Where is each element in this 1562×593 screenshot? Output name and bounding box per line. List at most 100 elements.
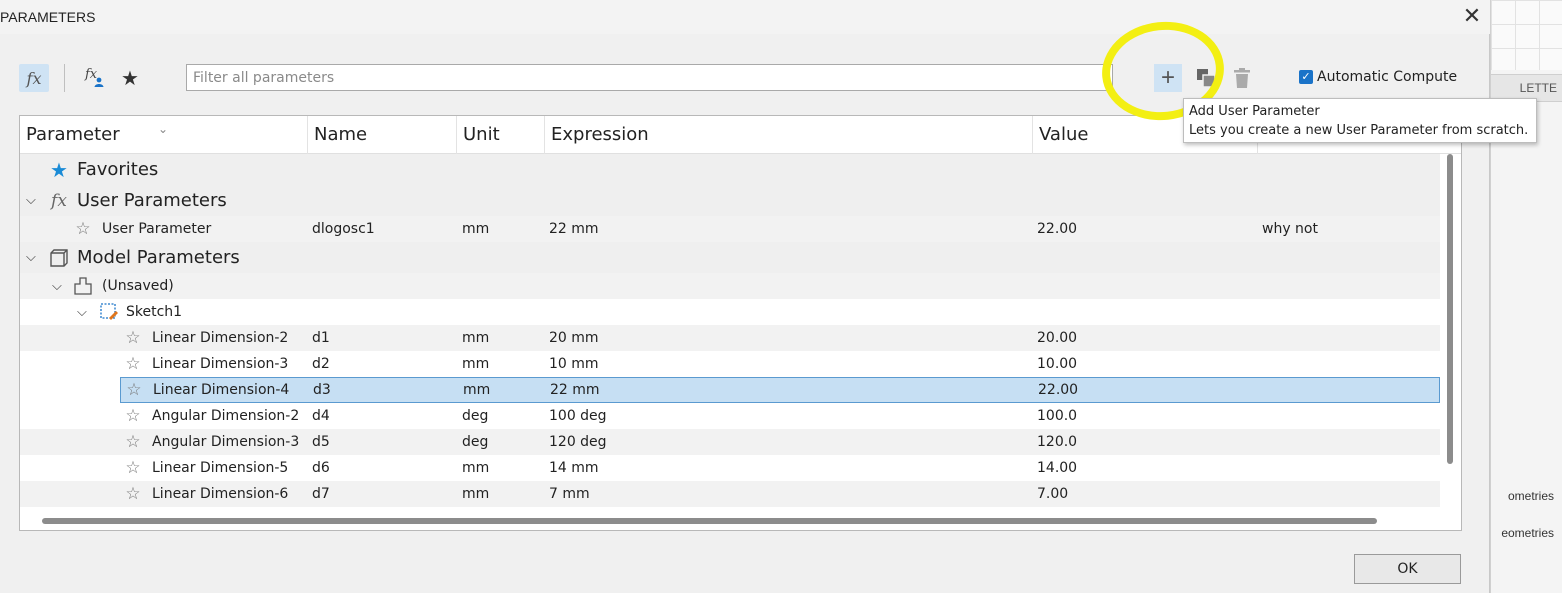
sort-chevron-icon: ⌄ xyxy=(158,122,169,136)
star-icon: ★ xyxy=(121,67,139,90)
parameter-cell: Linear Dimension-5 xyxy=(152,460,289,476)
star-outline-icon[interactable]: ☆ xyxy=(122,481,144,507)
toolbar-divider xyxy=(64,64,65,92)
user-parameters-filter-button[interactable]: fx xyxy=(80,64,108,92)
name-cell[interactable]: d3 xyxy=(313,378,331,402)
expression-cell[interactable]: 10 mm xyxy=(549,351,599,377)
fx-icon: fx xyxy=(51,190,67,211)
name-cell[interactable]: d4 xyxy=(312,403,330,429)
star-outline-icon[interactable]: ☆ xyxy=(122,455,144,481)
parameter-cell: User Parameter xyxy=(102,221,212,237)
cube-icon xyxy=(48,242,70,273)
tooltip-description: Lets you create a new User Parameter fro… xyxy=(1189,123,1529,138)
unit-cell[interactable]: mm xyxy=(462,216,489,242)
unit-cell[interactable]: mm xyxy=(462,351,489,377)
star-outline-icon[interactable]: ☆ xyxy=(122,325,144,351)
column-header-name[interactable]: Name xyxy=(308,116,457,154)
unit-cell[interactable]: deg xyxy=(462,403,488,429)
parameter-cell: Angular Dimension-3 xyxy=(152,434,300,450)
checkmark-icon: ✓ xyxy=(1299,70,1313,84)
name-cell[interactable]: d2 xyxy=(312,351,330,377)
name-cell[interactable]: d6 xyxy=(312,455,330,481)
table-row[interactable]: ☆ User Parameter dlogosc1 mm 22 mm 22.00… xyxy=(20,216,1440,242)
tree-row-unsaved[interactable]: ⌵ (Unsaved) xyxy=(20,273,1440,299)
comment-cell[interactable]: why not xyxy=(1262,216,1318,242)
automatic-compute-checkbox[interactable]: ✓ Automatic Compute xyxy=(1299,69,1457,85)
filter-input[interactable] xyxy=(186,64,1113,91)
name-cell[interactable]: d5 xyxy=(312,429,330,455)
expression-cell[interactable]: 7 mm xyxy=(549,481,590,507)
delete-parameter-button[interactable] xyxy=(1228,64,1256,92)
tree-label: Sketch1 xyxy=(126,304,183,320)
horizontal-scrollbar[interactable] xyxy=(42,518,1377,524)
column-header-parameter[interactable]: Parameter ⌄ xyxy=(20,116,308,154)
star-outline-icon[interactable]: ☆ xyxy=(122,403,144,429)
table-row[interactable]: ☆ Angular Dimension-2 d4 deg 100 deg 100.0 xyxy=(20,403,1440,429)
background-app: LETTE ometries eometries xyxy=(1490,0,1562,593)
table-row[interactable]: ☆ Linear Dimension-2 d1 mm 20 mm 20.00 xyxy=(20,325,1440,351)
favorites-filter-button[interactable]: ★ xyxy=(116,64,144,92)
copy-parameter-button[interactable] xyxy=(1192,64,1220,92)
expression-cell[interactable]: 120 deg xyxy=(549,429,607,455)
unit-cell[interactable]: deg xyxy=(462,429,488,455)
expression-cell[interactable]: 14 mm xyxy=(549,455,599,481)
group-row-user-parameters[interactable]: ⌵ fx User Parameters xyxy=(20,185,1440,216)
unit-cell[interactable]: mm xyxy=(462,325,489,351)
chevron-down-icon[interactable]: ⌵ xyxy=(26,185,36,216)
name-cell[interactable]: dlogosc1 xyxy=(312,216,375,242)
add-user-parameter-button[interactable]: + xyxy=(1154,64,1182,92)
tooltip: Add User Parameter Lets you create a new… xyxy=(1183,98,1537,143)
table-row[interactable]: ☆ Linear Dimension-3 d2 mm 10 mm 10.00 xyxy=(20,351,1440,377)
chevron-down-icon[interactable]: ⌵ xyxy=(26,242,36,273)
value-cell: 14.00 xyxy=(1037,460,1078,476)
value-cell: 22.00 xyxy=(1037,221,1078,237)
table-row[interactable]: ☆ Linear Dimension-6 d7 mm 7 mm 7.00 xyxy=(20,481,1440,507)
unit-cell[interactable]: mm xyxy=(463,378,490,402)
tooltip-title: Add User Parameter xyxy=(1189,104,1320,119)
parameter-cell: Linear Dimension-4 xyxy=(153,382,290,398)
trash-icon xyxy=(1234,68,1250,88)
star-outline-icon[interactable]: ☆ xyxy=(123,378,145,402)
close-button[interactable]: ✕ xyxy=(1457,2,1487,30)
unit-cell[interactable]: mm xyxy=(462,455,489,481)
value-cell: 22.00 xyxy=(1038,382,1079,398)
star-outline-icon[interactable]: ☆ xyxy=(72,216,94,242)
sketch-icon xyxy=(98,299,120,325)
table-row[interactable]: ☆ Angular Dimension-3 d5 deg 120 deg 120.0 xyxy=(20,429,1440,455)
expression-cell[interactable]: 20 mm xyxy=(549,325,599,351)
all-parameters-fx-button[interactable]: fx xyxy=(19,64,49,92)
tree-row-sketch[interactable]: ⌵ Sketch1 xyxy=(20,299,1440,325)
component-icon xyxy=(72,273,94,299)
dialog-title: PARAMETERS xyxy=(0,9,96,25)
ok-button[interactable]: OK xyxy=(1354,554,1461,584)
group-row-model-parameters[interactable]: ⌵ Model Parameters xyxy=(20,242,1440,273)
parameter-cell: Linear Dimension-3 xyxy=(152,356,289,372)
table-row[interactable]: ☆ Linear Dimension-4 d3 mm 22 mm 22.00 xyxy=(120,377,1440,403)
column-header-expression[interactable]: Expression xyxy=(545,116,1033,154)
parameter-cell: Linear Dimension-6 xyxy=(152,486,289,502)
star-filled-icon: ★ xyxy=(50,157,68,182)
chevron-down-icon[interactable]: ⌵ xyxy=(52,273,62,299)
plus-icon: + xyxy=(1160,64,1175,91)
name-cell[interactable]: d1 xyxy=(312,325,330,351)
group-row-favorites[interactable]: ★ Favorites xyxy=(20,154,1440,185)
background-text: ometries xyxy=(1507,489,1554,503)
expression-cell[interactable]: 22 mm xyxy=(549,216,599,242)
vertical-scrollbar[interactable] xyxy=(1447,154,1453,464)
star-outline-icon[interactable]: ☆ xyxy=(122,429,144,455)
fx-icon: fx xyxy=(26,68,42,88)
name-cell[interactable]: d7 xyxy=(312,481,330,507)
chevron-down-icon[interactable]: ⌵ xyxy=(77,299,87,325)
table-row[interactable]: ☆ Linear Dimension-5 d6 mm 14 mm 14.00 xyxy=(20,455,1440,481)
unit-cell[interactable]: mm xyxy=(462,481,489,507)
value-cell: 120.0 xyxy=(1037,434,1078,450)
value-cell: 10.00 xyxy=(1037,356,1078,372)
value-cell: 7.00 xyxy=(1037,486,1069,502)
automatic-compute-label: Automatic Compute xyxy=(1317,69,1458,85)
expression-cell[interactable]: 100 deg xyxy=(549,403,607,429)
value-cell: 100.0 xyxy=(1037,408,1078,424)
title-bar: PARAMETERS ✕ xyxy=(0,0,1490,34)
expression-cell[interactable]: 22 mm xyxy=(550,378,600,402)
column-header-unit[interactable]: Unit xyxy=(457,116,545,154)
star-outline-icon[interactable]: ☆ xyxy=(122,351,144,377)
